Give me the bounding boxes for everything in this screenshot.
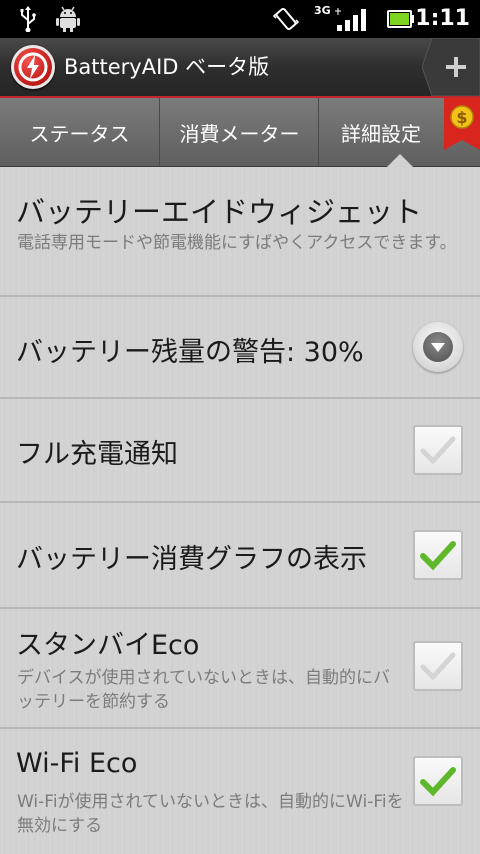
setting-title: Wi-Fi Eco [16,748,138,779]
plus-icon [446,57,466,77]
tab-label: ステータス [29,121,130,146]
check-icon [420,652,456,681]
setting-title: バッテリー残量の警告: 30% [16,337,364,368]
upgrade-ribbon-button[interactable]: $ [444,98,480,150]
chevron-down-icon [431,343,445,352]
wifi-eco-checkbox[interactable] [413,756,463,806]
setting-title: バッテリー消費グラフの表示 [16,544,367,575]
check-icon [420,767,456,797]
setting-description: Wi-Fiが使用されていないときは、自動的にWi-Fiを無効にする [17,792,404,836]
svg-text:$: $ [456,108,467,127]
setting-description: 電話専用モードや節電機能にすばやくアクセスできます。 [17,233,457,253]
setting-low-battery-warning[interactable]: バッテリー残量の警告: 30% [0,297,480,399]
settings-list: バッテリーエイドウィジェット 電話専用モードや節電機能にすばやくアクセスできます… [0,167,480,854]
setting-description: デバイスが使用されていないときは、自動的にバッテリーを節約する [17,668,390,712]
android-debug-icon [54,0,82,38]
setting-wifi-eco[interactable]: Wi-Fi Eco Wi-Fiが使用されていないときは、自動的にWi-Fiを無効… [0,729,480,854]
setting-title: フル充電通知 [16,439,178,470]
check-icon [420,541,456,571]
tab-consumption-meter[interactable]: 消費メーター [161,98,319,166]
app-header: BatteryAID ベータ版 [0,38,480,98]
setting-standby-eco[interactable]: スタンバイEco デバイスが使用されていないときは、自動的にバッテリーを節約する [0,609,480,729]
tab-label: 詳細設定 [341,121,421,146]
full-charge-checkbox[interactable] [413,425,463,475]
add-button[interactable] [422,38,480,96]
usb-icon [14,0,42,38]
setting-title: スタンバイEco [16,630,200,661]
app-title: BatteryAID ベータ版 [64,55,270,79]
batteryaid-logo-icon [11,45,55,89]
network-type-label: 3G [314,4,331,17]
setting-full-charge-notice[interactable]: フル充電通知 [0,399,480,503]
tab-status[interactable]: ステータス [0,98,160,166]
status-bar: 3G 1:11 [0,0,480,38]
standby-eco-checkbox[interactable] [413,641,463,691]
vibrate-icon [272,0,300,38]
check-icon [420,436,456,465]
setting-title: バッテリーエイドウィジェット [16,195,423,229]
tab-advanced-settings[interactable]: 詳細設定 [320,98,442,166]
signal-icon [334,0,376,38]
setting-consumption-graph[interactable]: バッテリー消費グラフの表示 [0,503,480,609]
tab-label: 消費メーター [179,121,300,146]
setting-widget[interactable]: バッテリーエイドウィジェット 電話専用モードや節電機能にすばやくアクセスできます… [0,167,480,297]
low-battery-dropdown[interactable] [413,322,463,372]
consumption-graph-checkbox[interactable] [413,530,463,580]
selected-tab-indicator [387,154,413,167]
battery-icon [386,0,416,38]
clock-time: 1:11 [415,6,470,31]
